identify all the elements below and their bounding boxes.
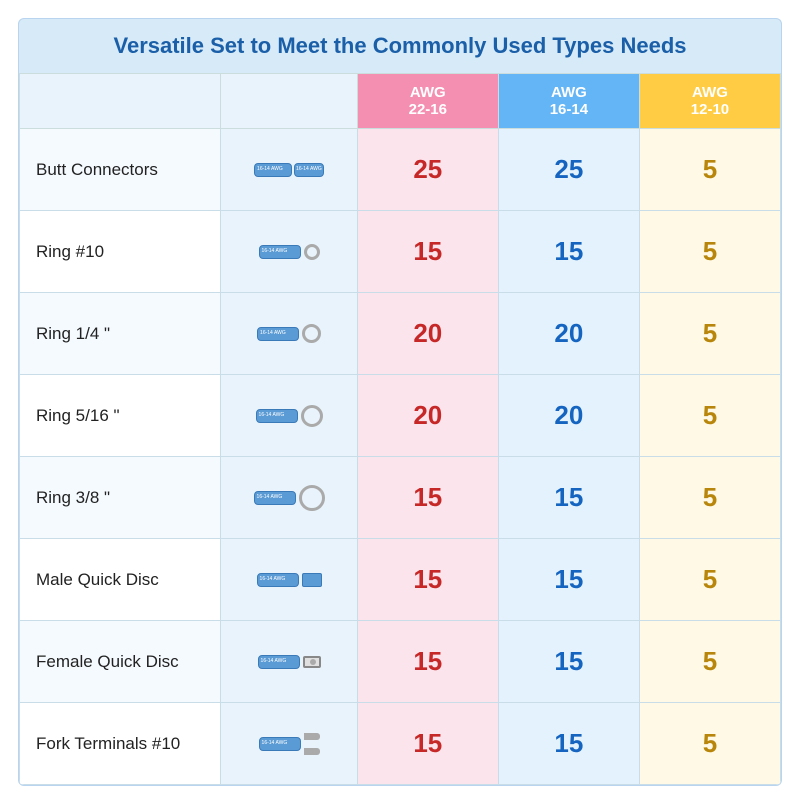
- row-awg1-val: 15: [357, 539, 498, 621]
- row-awg1-val: 15: [357, 211, 498, 293]
- table-row: Ring #10 15 15 5: [20, 211, 781, 293]
- row-name: Female Quick Disc: [20, 621, 221, 703]
- row-awg2-val: 15: [498, 211, 639, 293]
- col-awg1-header: AWG 22-16: [357, 74, 498, 129]
- row-image: [221, 457, 357, 539]
- row-image: [221, 293, 357, 375]
- row-image: [221, 129, 357, 211]
- table-row: Male Quick Disc 15 15 5: [20, 539, 781, 621]
- row-awg2-val: 15: [498, 703, 639, 785]
- row-name: Butt Connectors: [20, 129, 221, 211]
- row-awg2-val: 15: [498, 539, 639, 621]
- table-row: Ring 1/4 " 20 20 5: [20, 293, 781, 375]
- row-name: Fork Terminals #10: [20, 703, 221, 785]
- row-awg3-val: 5: [639, 375, 780, 457]
- row-name: Male Quick Disc: [20, 539, 221, 621]
- row-awg1-val: 15: [357, 621, 498, 703]
- page-header: Versatile Set to Meet the Commonly Used …: [18, 18, 782, 73]
- col-image-header: [221, 74, 357, 129]
- col-awg3-header: AWG 12-10: [639, 74, 780, 129]
- table-header-row: AWG 22-16 AWG 16-14 AWG 12-10: [20, 74, 781, 129]
- main-table: AWG 22-16 AWG 16-14 AWG 12-10 Butt Conne…: [19, 73, 781, 785]
- row-image: [221, 211, 357, 293]
- row-awg3-val: 5: [639, 703, 780, 785]
- row-awg1-val: 25: [357, 129, 498, 211]
- row-awg3-val: 5: [639, 457, 780, 539]
- row-awg2-val: 15: [498, 621, 639, 703]
- table-row: Female Quick Disc 15 15 5: [20, 621, 781, 703]
- row-awg2-val: 25: [498, 129, 639, 211]
- row-name: Ring #10: [20, 211, 221, 293]
- row-name: Ring 5/16 ": [20, 375, 221, 457]
- row-awg3-val: 5: [639, 293, 780, 375]
- row-awg1-val: 20: [357, 375, 498, 457]
- row-awg1-val: 15: [357, 457, 498, 539]
- row-awg3-val: 5: [639, 539, 780, 621]
- row-name: Ring 3/8 ": [20, 457, 221, 539]
- row-image: [221, 621, 357, 703]
- row-name: Ring 1/4 ": [20, 293, 221, 375]
- table-container: AWG 22-16 AWG 16-14 AWG 12-10 Butt Conne…: [18, 73, 782, 786]
- row-image: [221, 375, 357, 457]
- row-awg1-val: 15: [357, 703, 498, 785]
- page: Versatile Set to Meet the Commonly Used …: [0, 0, 800, 800]
- row-awg2-val: 20: [498, 375, 639, 457]
- col-awg2-header: AWG 16-14: [498, 74, 639, 129]
- table-row: Ring 5/16 " 20 20 5: [20, 375, 781, 457]
- row-awg2-val: 15: [498, 457, 639, 539]
- table-row: Ring 3/8 " 15 15 5: [20, 457, 781, 539]
- row-image: [221, 539, 357, 621]
- row-awg3-val: 5: [639, 621, 780, 703]
- col-name-header: [20, 74, 221, 129]
- table-row: Fork Terminals #10 15 15 5: [20, 703, 781, 785]
- row-awg2-val: 20: [498, 293, 639, 375]
- row-awg3-val: 5: [639, 129, 780, 211]
- row-awg1-val: 20: [357, 293, 498, 375]
- table-row: Butt Connectors 25 25 5: [20, 129, 781, 211]
- header-title: Versatile Set to Meet the Commonly Used …: [114, 33, 687, 58]
- table-body: Butt Connectors 25 25 5 Ring #10 15 15 5…: [20, 129, 781, 785]
- row-image: [221, 703, 357, 785]
- row-awg3-val: 5: [639, 211, 780, 293]
